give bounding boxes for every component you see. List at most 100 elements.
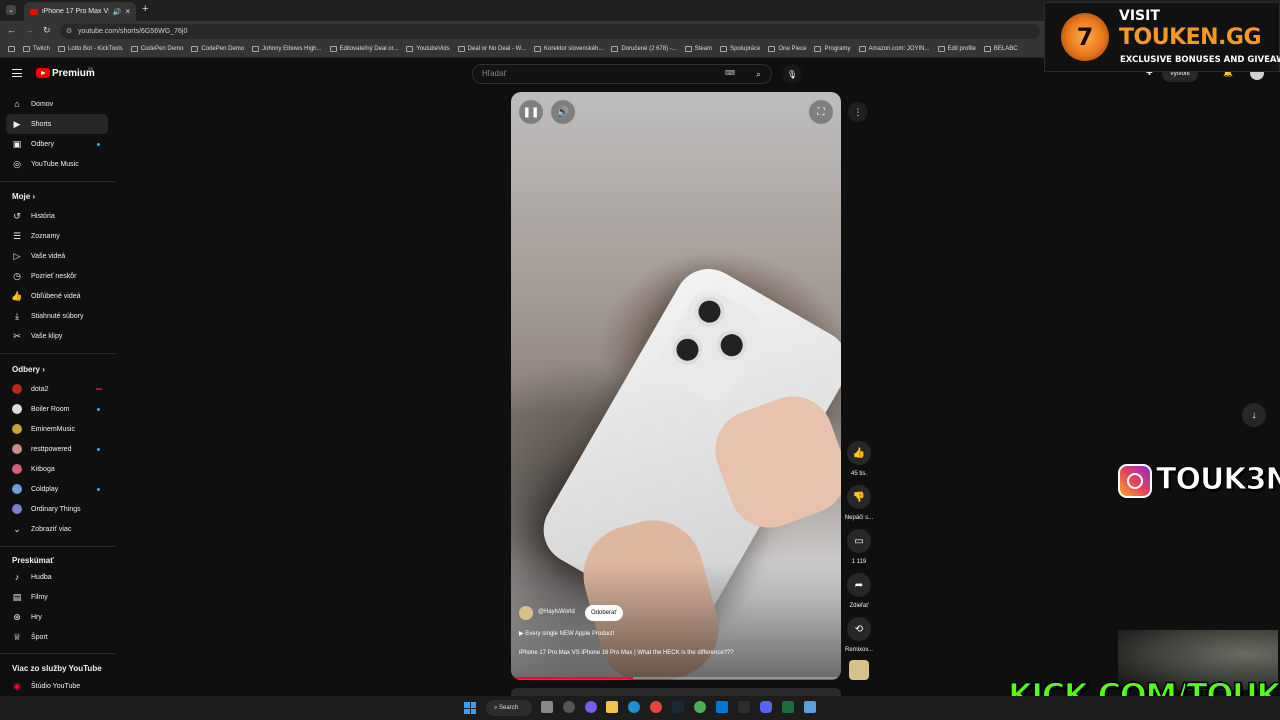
arrow-down-icon[interactable]: ↓	[1242, 403, 1266, 427]
app-icon[interactable]	[694, 701, 706, 713]
channel-item[interactable]: resttpowered	[6, 439, 108, 459]
short-video-player[interactable]: ❚❚ 🔊 ⛶ @HaylsWorld Odoberať ▶ Every sing…	[511, 92, 841, 680]
bookmark-item[interactable]: Edit profile	[934, 46, 980, 52]
sidebar-item-music[interactable]: ◎ YouTube Music	[6, 154, 108, 174]
playlist-link[interactable]: ▶ Every single NEW Apple Product!	[519, 630, 614, 637]
bookmark-item[interactable]: CodePen Demo	[187, 46, 248, 52]
tab-close-icon[interactable]: ×	[125, 7, 130, 16]
sidebar-item-pozriet-neskor[interactable]: ◷ Pozrieť neskôr	[6, 266, 108, 286]
edge-icon[interactable]	[628, 701, 640, 713]
action-remix[interactable]: ⟲ Remixov...	[843, 617, 875, 653]
bookmark-item[interactable]: Twitch	[19, 46, 54, 52]
bookmark-item[interactable]: Editovateľný Deal or...	[326, 46, 403, 52]
channel-item[interactable]: Ordinary Things	[6, 499, 108, 519]
bookmark-item[interactable]: BELABC	[980, 46, 1022, 52]
short-title: iPhone 17 Pro Max VS iPhone 16 Pro Max |…	[519, 650, 734, 656]
search-icon[interactable]: ⌕	[756, 65, 761, 83]
forward-icon[interactable]: →	[25, 25, 34, 35]
site-info-icon[interactable]: ⚙	[66, 24, 72, 39]
apps-icon[interactable]	[4, 46, 19, 52]
sidebar-item-stiahnute[interactable]: ⤓ Stiahnuté súbory	[6, 306, 108, 326]
sound-thumbnail[interactable]	[849, 660, 869, 680]
sidebar-item-zoznamy[interactable]: ☰ Zoznamy	[6, 226, 108, 246]
bookmark-item[interactable]: Deal or No Deal - W...	[454, 46, 530, 52]
sidebar-item-vase-videa[interactable]: ▷ Vaše videá	[6, 246, 108, 266]
sidebar-item-historia[interactable]: ↺ História	[6, 206, 108, 226]
bookmark-item[interactable]: Korektor slovenskéh...	[530, 46, 607, 52]
channel-item[interactable]: Boiler Room	[6, 399, 108, 419]
bookmark-item[interactable]: Amazon.com: JOYIN...	[855, 46, 934, 52]
bookmark-item[interactable]: One Piece	[764, 46, 810, 52]
dislike-icon[interactable]: 👎	[847, 485, 871, 509]
steam-app-icon[interactable]	[672, 701, 684, 713]
channel-avatar[interactable]	[519, 606, 533, 620]
hamburger-menu-icon[interactable]	[12, 69, 22, 77]
notepad-icon[interactable]	[804, 701, 816, 713]
url-field[interactable]: ⚙ youtube.com/shorts/6G56WG_76j0	[60, 24, 1040, 39]
channel-handle[interactable]: @HaylsWorld	[538, 609, 575, 615]
sidebar-item-oblubene[interactable]: 👍 Obľúbené videá	[6, 286, 108, 306]
windows-start-icon[interactable]	[464, 702, 476, 714]
like-icon[interactable]: 👍	[847, 441, 871, 465]
channel-item[interactable]: Kitboga	[6, 459, 108, 479]
sidebar-item-odbery[interactable]: ▣ Odbery	[6, 134, 108, 154]
channel-item[interactable]: EminemMusic	[6, 419, 108, 439]
sidebar-item-domov[interactable]: ⌂ Domov	[6, 94, 108, 114]
sidebar-item-filmy[interactable]: ▤ Filmy	[6, 587, 108, 607]
bookmark-item[interactable]: YoutubeVids	[402, 46, 453, 52]
bookmark-item[interactable]: Spolupráce	[716, 46, 764, 52]
bookmark-item[interactable]: Lotto Bot - KickTools	[54, 46, 127, 52]
sidebar-item-studio[interactable]: ◉ Štúdio YouTube	[6, 676, 108, 696]
chrome-icon[interactable]	[650, 701, 662, 713]
sidebar-item-sport[interactable]: ♕ Šport	[6, 627, 108, 647]
new-tab-icon[interactable]: +	[142, 3, 148, 15]
store-icon[interactable]	[716, 701, 728, 713]
channel-item[interactable]: Coldplay	[6, 479, 108, 499]
action-dislike[interactable]: 👎 Nepáči s...	[843, 485, 875, 521]
back-icon[interactable]: ←	[7, 25, 16, 35]
new-indicator	[97, 143, 100, 146]
share-icon[interactable]: ➦	[847, 573, 871, 597]
search-input[interactable]: Hľadať ⌨ ⌕	[472, 64, 772, 84]
voice-search-icon[interactable]: 🎙	[782, 64, 802, 84]
tab-menu-icon[interactable]: ⌄	[6, 5, 16, 15]
studio-icon: ◉	[13, 680, 21, 691]
action-comment[interactable]: ▭ 1 119	[843, 529, 875, 565]
section-odbery[interactable]: Odbery ›	[12, 365, 45, 374]
pause-icon[interactable]: ❚❚	[519, 100, 543, 124]
bookmark-item[interactable]: Steam	[681, 46, 716, 52]
volume-icon[interactable]: 🔊	[551, 100, 575, 124]
more-options-icon[interactable]: ⋮	[848, 102, 868, 122]
file-explorer-icon[interactable]	[606, 701, 618, 713]
terminal-icon[interactable]	[738, 701, 750, 713]
keyboard-icon[interactable]: ⌨	[725, 65, 735, 83]
subscribe-button[interactable]: Odoberať	[585, 605, 623, 621]
sidebar-item-klipy[interactable]: ✂ Vaše klipy	[6, 326, 108, 346]
discord-icon[interactable]	[760, 701, 772, 713]
next-short-preview[interactable]	[511, 688, 841, 696]
action-share[interactable]: ➦ Zdieľať	[843, 573, 875, 609]
youtube-logo-icon[interactable]	[36, 68, 50, 78]
show-more-button[interactable]: ⌄ Zobraziť viac	[6, 519, 108, 539]
tab-active[interactable]: iPhone 17 Pro Max VS iPho 🔊 ×	[24, 2, 136, 21]
app-icon[interactable]	[585, 701, 597, 713]
taskbar-search[interactable]: ⌕ Search	[486, 700, 532, 716]
bookmark-item[interactable]: Doručené (2 678) -...	[607, 46, 680, 52]
task-view-icon[interactable]	[541, 701, 553, 713]
reload-icon[interactable]: ↻	[43, 25, 51, 36]
sidebar-item-hry[interactable]: ⊛ Hry	[6, 607, 108, 627]
excel-icon[interactable]	[782, 701, 794, 713]
bookmark-item[interactable]: Johnny Elbows High...	[248, 46, 325, 52]
sidebar-item-hudba[interactable]: ♪ Hudba	[6, 567, 108, 587]
section-moje[interactable]: Moje ›	[12, 192, 35, 201]
action-like[interactable]: 👍 45 tis.	[843, 441, 875, 477]
bookmark-item[interactable]: Programy	[810, 46, 854, 52]
progress-track[interactable]	[511, 677, 841, 679]
fullscreen-icon[interactable]: ⛶	[809, 100, 833, 124]
sidebar-item-shorts[interactable]: ▶ Shorts	[6, 114, 108, 134]
comment-icon[interactable]: ▭	[847, 529, 871, 553]
remix-icon[interactable]: ⟲	[847, 617, 871, 641]
bookmark-item[interactable]: CodePen Demo	[127, 46, 188, 52]
steam-icon[interactable]	[563, 701, 575, 713]
channel-item[interactable]: dota2	[6, 379, 108, 399]
